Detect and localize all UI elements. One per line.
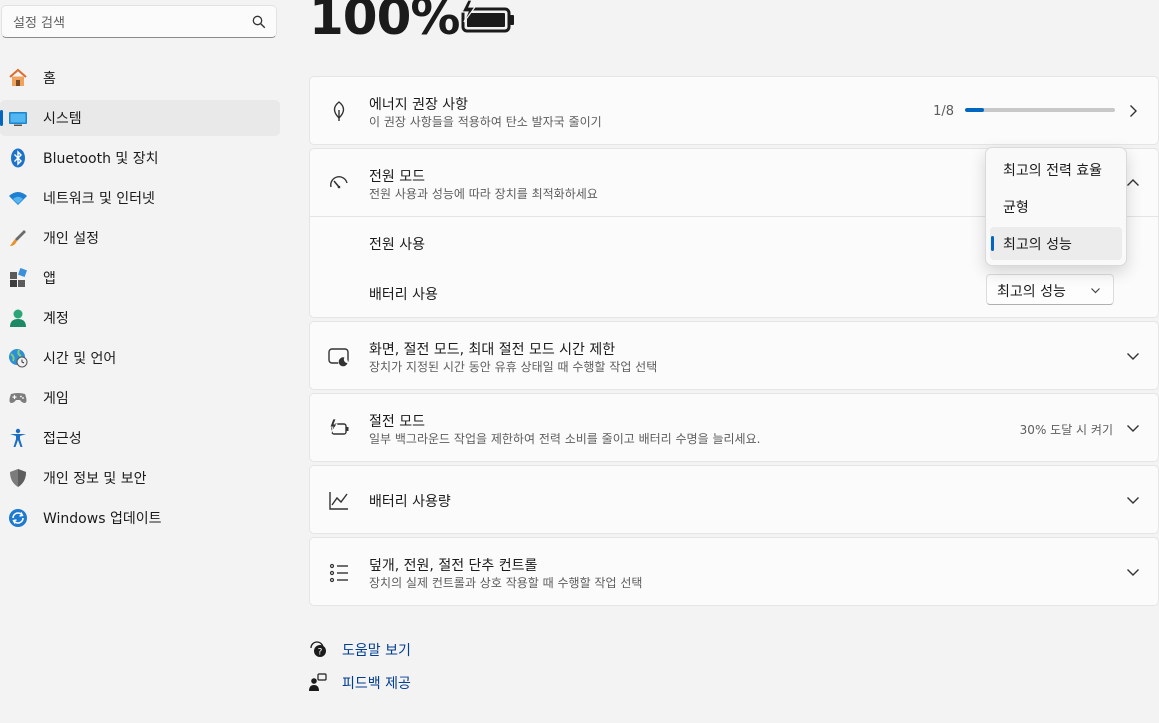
option-label: 최고의 성능 bbox=[1003, 237, 1072, 253]
lid-power-subtitle: 장치의 실제 컨트롤과 상호 작용할 때 수행할 작업 선택 bbox=[369, 576, 643, 590]
sidebar-item-label: 개인 설정 bbox=[43, 231, 99, 247]
sidebar-item-apps[interactable]: 앱 bbox=[0, 260, 280, 296]
svg-text:?: ? bbox=[318, 648, 323, 658]
wifi-icon bbox=[9, 192, 27, 205]
get-help-link[interactable]: 도움말 보기 bbox=[342, 640, 411, 660]
search-input[interactable] bbox=[11, 12, 245, 34]
power-mode-title: 전원 모드 bbox=[369, 169, 425, 185]
energy-recommendations-subtitle: 이 권장 사항들을 적용하여 탄소 발자국 줄이기 bbox=[369, 115, 602, 129]
sidebar-item-system[interactable]: 시스템 bbox=[0, 100, 280, 136]
sidebar-item-label: 앱 bbox=[43, 271, 56, 287]
battery-power-mode-dropdown[interactable]: 최고의 성능 bbox=[986, 274, 1114, 305]
sidebar-item-personalization[interactable]: 개인 설정 bbox=[0, 220, 280, 256]
dropdown-value: 최고의 성능 bbox=[997, 284, 1066, 300]
sidebar-item-privacy[interactable]: 개인 정보 및 보안 bbox=[0, 460, 280, 496]
battery-charging-icon bbox=[461, 0, 514, 33]
sidebar-item-network[interactable]: 네트워크 및 인터넷 bbox=[0, 180, 280, 216]
battery-saver-icon bbox=[329, 418, 349, 435]
chevron-down-icon bbox=[1091, 288, 1100, 294]
sidebar-item-label: 접근성 bbox=[43, 431, 82, 447]
energy-saver-subtitle: 일부 백그라운드 작업을 제한하여 전력 소비를 줄이고 배터리 수명을 늘리세… bbox=[369, 432, 761, 446]
on-battery-label: 배터리 사용 bbox=[369, 287, 438, 303]
power-mode-flyout: 최고의 전력 효율 균형 최고의 성능 bbox=[985, 147, 1127, 266]
help-icon: ? bbox=[310, 641, 326, 658]
line-chart-icon bbox=[329, 492, 348, 510]
sidebar: 홈 시스템 Bluetooth 및 장치 네트워크 및 인터넷 bbox=[0, 0, 290, 723]
chevron-down-icon[interactable] bbox=[1126, 421, 1140, 435]
option-label: 최고의 전력 효율 bbox=[1003, 163, 1103, 179]
battery-usage-card[interactable]: 배터리 사용량 bbox=[309, 465, 1159, 534]
bluetooth-icon bbox=[11, 148, 25, 168]
shield-icon bbox=[10, 469, 26, 487]
sidebar-item-label: 개인 정보 및 보안 bbox=[43, 471, 147, 487]
option-label: 균형 bbox=[1003, 200, 1029, 216]
screen-moon-icon bbox=[328, 348, 349, 367]
sidebar-item-windows-update[interactable]: Windows 업데이트 bbox=[0, 500, 280, 536]
globe-clock-icon bbox=[9, 349, 28, 368]
sidebar-item-gaming[interactable]: 게임 bbox=[0, 380, 280, 416]
sidebar-item-label: 계정 bbox=[43, 311, 69, 327]
lid-power-buttons-card[interactable]: 덮개, 전원, 절전 단추 컨트롤 장치의 실제 컨트롤과 상호 작용할 때 수… bbox=[309, 537, 1159, 606]
power-mode-subtitle: 전원 사용과 성능에 따라 장치를 최적화하세요 bbox=[369, 187, 598, 201]
energy-recommendations-title: 에너지 권장 사항 bbox=[369, 97, 469, 113]
recommendations-progress-text: 1/8 bbox=[933, 104, 954, 119]
search-icon[interactable] bbox=[252, 15, 266, 29]
feedback-icon bbox=[309, 673, 327, 691]
energy-saver-title: 절전 모드 bbox=[369, 414, 425, 430]
sync-icon bbox=[9, 509, 27, 527]
sidebar-item-label: 네트워크 및 인터넷 bbox=[43, 191, 155, 207]
leaf-icon bbox=[333, 101, 345, 121]
monitor-icon bbox=[9, 112, 27, 126]
battery-usage-title: 배터리 사용량 bbox=[369, 494, 451, 510]
brush-icon bbox=[10, 230, 26, 246]
sidebar-item-home[interactable]: 홈 bbox=[0, 60, 280, 96]
chevron-up-icon[interactable] bbox=[1126, 176, 1140, 190]
accessibility-icon bbox=[10, 428, 26, 447]
battery-percent: 100% bbox=[309, 0, 460, 46]
chevron-right-icon[interactable] bbox=[1126, 104, 1140, 118]
sidebar-item-time-language[interactable]: 시간 및 언어 bbox=[0, 340, 280, 376]
power-mode-icon bbox=[330, 176, 348, 189]
energy-recommendations-card[interactable]: 에너지 권장 사항 이 권장 사항들을 적용하여 탄소 발자국 줄이기 1/8 bbox=[309, 76, 1159, 145]
progress-fill bbox=[965, 108, 984, 112]
screen-sleep-timeouts-card[interactable]: 화면, 절전 모드, 최대 절전 모드 시간 제한 장치가 지정된 시간 동안 … bbox=[309, 321, 1159, 390]
sidebar-item-accounts[interactable]: 계정 bbox=[0, 300, 280, 336]
sidebar-item-label: 시간 및 언어 bbox=[43, 351, 117, 367]
sidebar-item-accessibility[interactable]: 접근성 bbox=[0, 420, 280, 456]
sidebar-item-label: 시스템 bbox=[43, 111, 82, 127]
gamepad-icon bbox=[9, 393, 27, 403]
power-mode-option-best-efficiency[interactable]: 최고의 전력 효율 bbox=[990, 153, 1122, 186]
sidebar-item-label: 홈 bbox=[43, 71, 56, 87]
sidebar-item-label: Bluetooth 및 장치 bbox=[43, 151, 159, 167]
screen-sleep-subtitle: 장치가 지정된 시간 동안 유휴 상태일 때 수행할 작업 선택 bbox=[369, 360, 658, 374]
search-box[interactable] bbox=[1, 5, 277, 38]
home-icon bbox=[9, 68, 27, 86]
energy-saver-status: 30% 도달 시 켜기 bbox=[1019, 423, 1113, 437]
screen-sleep-title: 화면, 절전 모드, 최대 절전 모드 시간 제한 bbox=[369, 342, 616, 358]
chevron-down-icon[interactable] bbox=[1126, 565, 1140, 579]
lid-power-title: 덮개, 전원, 절전 단추 컨트롤 bbox=[369, 558, 538, 574]
chevron-down-icon[interactable] bbox=[1126, 493, 1140, 507]
sidebar-item-bluetooth[interactable]: Bluetooth 및 장치 bbox=[0, 140, 280, 176]
list-icon bbox=[329, 563, 348, 583]
recommendations-progress-bar bbox=[965, 108, 1115, 112]
sidebar-nav: 홈 시스템 Bluetooth 및 장치 네트워크 및 인터넷 개인 설정 앱 … bbox=[0, 60, 280, 540]
sidebar-item-label: Windows 업데이트 bbox=[43, 511, 162, 527]
sidebar-item-label: 게임 bbox=[43, 391, 69, 407]
apps-icon bbox=[10, 268, 27, 287]
power-mode-option-balanced[interactable]: 균형 bbox=[990, 190, 1122, 223]
power-mode-option-best-performance[interactable]: 최고의 성능 bbox=[990, 227, 1122, 260]
energy-saver-card[interactable]: 절전 모드 일부 백그라운드 작업을 제한하여 전력 소비를 줄이고 배터리 수… bbox=[309, 393, 1159, 462]
give-feedback-link[interactable]: 피드백 제공 bbox=[342, 673, 411, 693]
plugged-in-label: 전원 사용 bbox=[369, 237, 425, 253]
person-icon bbox=[10, 309, 26, 327]
chevron-down-icon[interactable] bbox=[1126, 349, 1140, 363]
